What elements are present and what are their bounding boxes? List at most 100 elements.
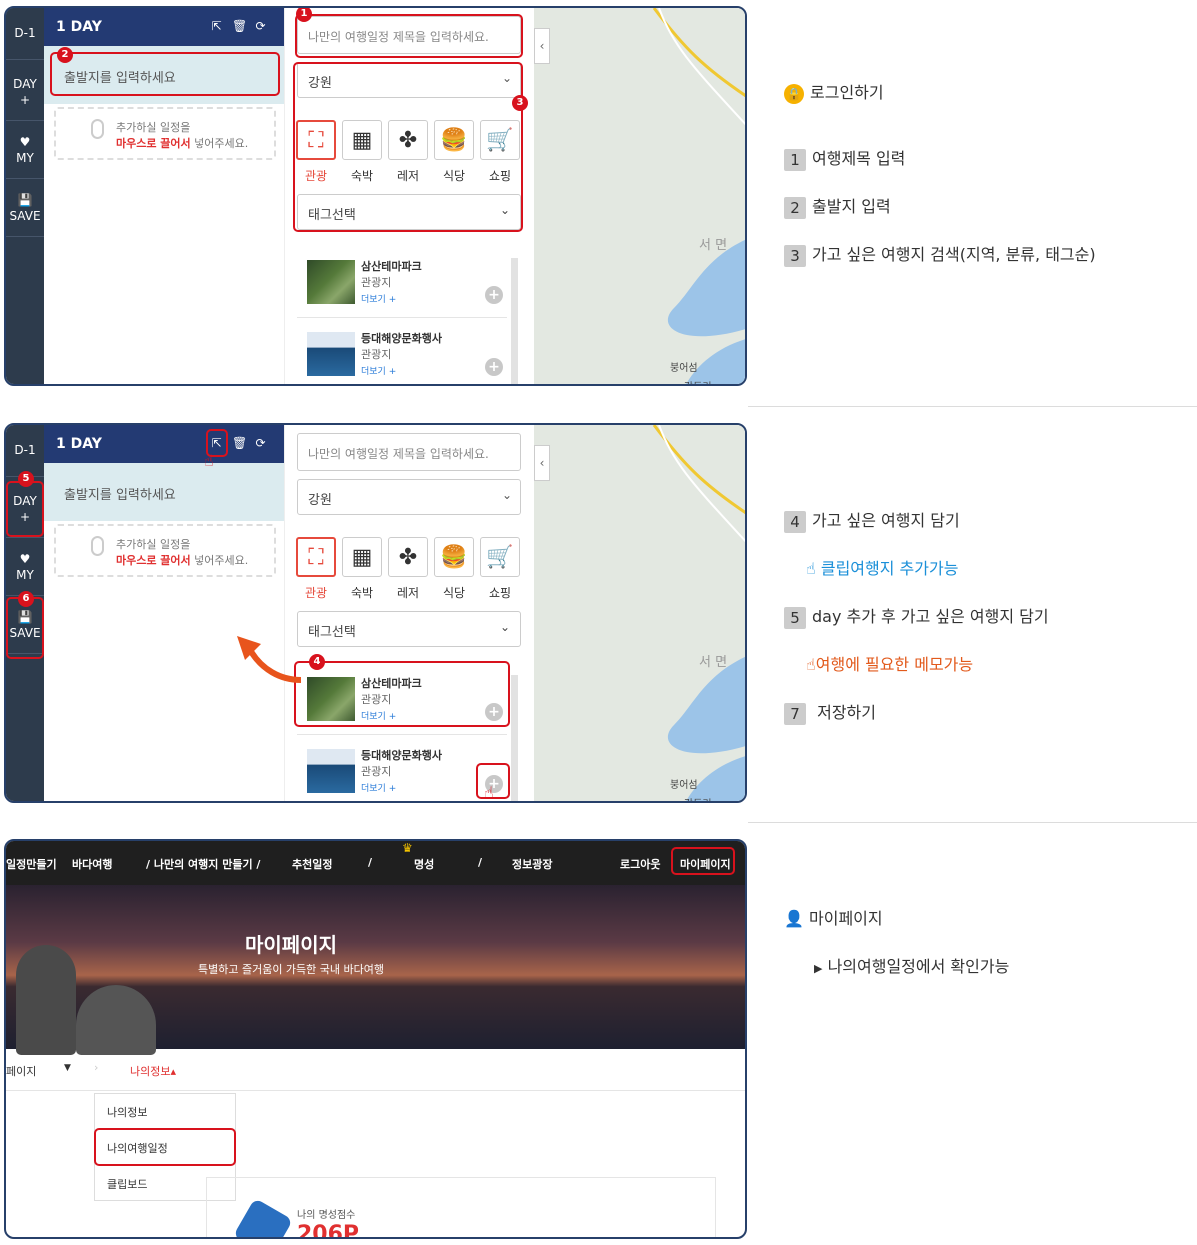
category-lodging[interactable]: ▦ 숙박 (341, 537, 383, 607)
score-value: 206P (297, 1222, 360, 1239)
my-label: MY (16, 568, 34, 582)
lock-icon: 🔒 (784, 83, 804, 104)
nav-item[interactable]: 바다여행 (72, 856, 112, 872)
annotation-text: 여행제목 입력 (812, 149, 906, 168)
highlight-place (294, 661, 510, 727)
add-place-icon[interactable]: + (485, 286, 503, 304)
annotation-text: 마이페이지 (809, 909, 883, 928)
drag-hint-line1: 추가하실 일정을 (116, 121, 191, 134)
day-add-button[interactable]: DAY + (6, 66, 44, 121)
drag-hint-emph: 마우스로 끌어서 (116, 554, 191, 567)
category-label: 레저 (396, 586, 420, 600)
category-shopping[interactable]: 🛒 쇼핑 (479, 537, 521, 607)
step-badge-4: 4 (309, 654, 325, 670)
place-type: 관광지 (361, 348, 392, 361)
my-button[interactable]: ♥ MY (6, 124, 44, 179)
region-select[interactable]: 강원 ⌄ (297, 479, 521, 515)
day-add-label: DAY (13, 77, 37, 92)
map-area[interactable]: ‹ 서 면 붕어섬 강동리 (534, 425, 745, 801)
drag-hint-rest: 넣어주세요. (190, 137, 249, 150)
category-sightseeing[interactable]: ⛶ 관광 (295, 537, 337, 607)
map-area[interactable]: ‹ 서 면 붕어섬 강동리 (534, 8, 745, 384)
more-link[interactable]: 더보기 + (361, 781, 396, 794)
annotation-text: 클립여행지 추가가능 (820, 559, 959, 578)
annotation-text: 가고 싶은 여행지 검색(지역, 분류, 태그순) (812, 245, 1096, 264)
trash-icon[interactable]: 🗑 (232, 437, 247, 450)
scrollbar[interactable] (511, 258, 518, 384)
category-label: 쇼핑 (488, 586, 512, 600)
pointer-hand-icon: ☝ (484, 783, 494, 802)
place-item[interactable]: 삼산테마파크 관광지 더보기 + + (297, 250, 507, 318)
caret-down-icon[interactable]: ▼ (64, 1063, 71, 1073)
hero-subtitle: 특별하고 즐거움이 가득한 국내 바다여행 (197, 963, 385, 976)
add-place-icon[interactable]: + (485, 358, 503, 376)
annotation-text: 여행에 필요한 메모가능 (815, 655, 974, 674)
step-number: 3 (784, 244, 806, 267)
nav-item[interactable]: / 나만의 여행지 만들기 / (146, 856, 260, 872)
my-button[interactable]: ♥ MY (6, 541, 44, 596)
food-icon: 🍔 (434, 537, 474, 577)
step-badge-5: 5 (18, 471, 34, 487)
menu-item[interactable]: 나의정보 (95, 1094, 235, 1130)
day-title: 1 DAY (56, 436, 102, 452)
place-thumbnail (307, 332, 355, 376)
clip-icon[interactable]: ⇱ (210, 20, 223, 33)
score-label: 나의 명성점수 (297, 1210, 356, 1221)
annotation-step7: 7 저장하기 (784, 699, 876, 725)
score-card: 나의 명성점수 206P (206, 1177, 716, 1239)
logout-link[interactable]: 로그아웃 (620, 856, 660, 872)
nav-item[interactable]: 명성 (414, 856, 434, 872)
start-input[interactable]: 출발지를 입력하세요 (44, 463, 284, 521)
drag-hint-rest: 넣어주세요. (190, 554, 249, 567)
annotation-text: 저장하기 (817, 703, 876, 722)
day-add-plus: + (19, 93, 31, 107)
save-button[interactable]: 💾 SAVE (6, 182, 44, 237)
category-restaurant[interactable]: 🍔 식당 (433, 537, 475, 607)
heart-icon: ♥ (19, 135, 31, 150)
save-label: SAVE (9, 209, 41, 223)
chevron-right-icon: › (94, 1061, 99, 1074)
refresh-icon[interactable]: ⟳ (254, 20, 267, 33)
annotation-step3: 3 가고 싶은 여행지 검색(지역, 분류, 태그순) (784, 241, 1096, 267)
nav-item[interactable]: 추천일정 (292, 856, 332, 872)
breadcrumb-current[interactable]: 나의정보▴ (130, 1063, 176, 1079)
more-link[interactable]: 더보기 + (361, 292, 396, 305)
more-link[interactable]: 더보기 + (361, 364, 396, 377)
step-badge-1: 1 (296, 8, 312, 22)
heart-icon: ♥ (19, 552, 31, 567)
hero-banner: 마이페이지 특별하고 즐거움이 가득한 국내 바다여행 (6, 885, 745, 1055)
drag-drop-zone[interactable]: 추가하실 일정을 마우스로 끌어서 넣어주세요. (54, 524, 276, 577)
image-icon: ⛶ (296, 537, 336, 577)
annotation-text: 출발지 입력 (812, 197, 891, 216)
title-input[interactable]: 나만의 여행일정 제목을 입력하세요. (297, 433, 521, 471)
annotation-text: day 추가 후 가고 싶은 여행지 담기 (812, 607, 1049, 626)
pointer-hand-icon: ☝ (806, 655, 816, 674)
tag-select[interactable]: 태그선택 ⌄ (297, 611, 521, 647)
annotation-text: 로그인하기 (810, 83, 884, 102)
scrollbar[interactable] (511, 675, 518, 801)
place-thumbnail (307, 260, 355, 304)
map-label-village: 붕어섬 (670, 780, 698, 791)
nav-item[interactable]: 정보광장 (512, 856, 552, 872)
annotation-text: 가고 싶은 여행지 담기 (812, 511, 960, 530)
mouse-icon (91, 119, 104, 139)
drag-drop-zone[interactable]: 추가하실 일정을 마우스로 끌어서 넣어주세요. (54, 107, 276, 160)
trash-icon[interactable]: 🗑 (232, 20, 247, 33)
place-item[interactable]: 등대해양문화행사 관광지 더보기 + + (297, 322, 507, 384)
breadcrumb-item[interactable]: 페이지 (6, 1063, 36, 1079)
annotation-login: 🔒 로그인하기 (784, 79, 884, 104)
category-leisure[interactable]: ✤ 레저 (387, 537, 429, 607)
map-collapse-button[interactable]: ‹ (534, 445, 550, 481)
place-name: 등대해양문화행사 (361, 749, 442, 762)
map-label-village2: 강동리 (684, 378, 712, 384)
pointer-hand-icon: ☝ (204, 451, 214, 470)
pinwheel-icon: ✤ (388, 537, 428, 577)
drag-arrow-icon (237, 636, 302, 683)
step-number: 7 (784, 702, 806, 725)
cart-icon: 🛒 (480, 537, 520, 577)
annotation-mypage-note: ▶ 나의여행일정에서 확인가능 (814, 953, 1009, 977)
place-name: 삼산테마파크 (361, 260, 422, 273)
map-collapse-button[interactable]: ‹ (534, 28, 550, 64)
refresh-icon[interactable]: ⟳ (254, 437, 267, 450)
nav-item[interactable]: 일정만들기 (6, 856, 57, 872)
